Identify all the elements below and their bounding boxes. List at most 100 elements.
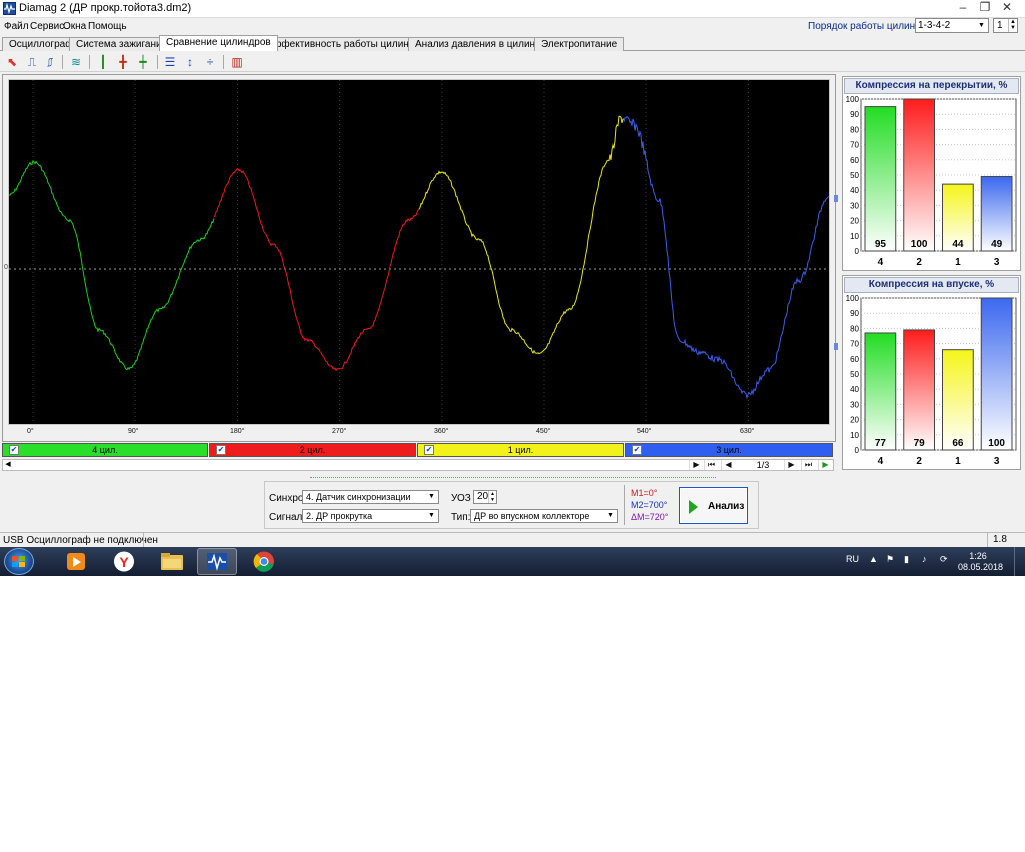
last-page-icon[interactable]: ⏭ bbox=[801, 460, 815, 470]
analyze-button[interactable]: Анализ bbox=[679, 487, 748, 524]
rise-edge-icon[interactable]: ⎍ bbox=[24, 54, 40, 70]
checkbox-icon[interactable]: ✔ bbox=[216, 445, 226, 455]
network-signal-icon[interactable]: ▮ bbox=[904, 554, 909, 565]
overlap-compression-plot: 0 10 20 30 40 50 60 70 80 90 100 95 4 100 2 44 1 49 3 bbox=[846, 95, 1017, 268]
page-indicator: 1/3 bbox=[756, 460, 770, 470]
marker-m2: M2=700° bbox=[631, 500, 668, 510]
yandex-browser-icon[interactable]: Y bbox=[104, 548, 144, 575]
bar bbox=[864, 332, 897, 451]
y-tick-label: 90 bbox=[850, 110, 859, 119]
checkbox-icon[interactable]: ✔ bbox=[424, 445, 434, 455]
next-page-icon[interactable]: ▶ bbox=[784, 460, 798, 470]
cylinder-toggle-2[interactable]: ✔ 2 цил. bbox=[209, 443, 416, 457]
start-button[interactable] bbox=[4, 548, 34, 575]
spin-arrows-icon: ▲ ▼ bbox=[1008, 19, 1017, 32]
checkbox-icon[interactable]: ✔ bbox=[9, 445, 19, 455]
category-label: 2 bbox=[916, 456, 922, 467]
run-icon[interactable]: ▶ bbox=[818, 460, 832, 470]
tab-power-supply[interactable]: Электропитание bbox=[534, 37, 625, 51]
minimize-button[interactable]: – bbox=[952, 0, 974, 16]
chrome-icon[interactable] bbox=[244, 548, 284, 575]
prev-page-icon[interactable]: ◀ bbox=[721, 460, 735, 470]
split-icon[interactable]: ÷ bbox=[202, 54, 218, 70]
panel-splitter[interactable] bbox=[310, 477, 716, 480]
fall-edge-icon[interactable]: ⎎ bbox=[42, 54, 58, 70]
media-player-icon[interactable] bbox=[57, 548, 97, 575]
explorer-folder-icon[interactable] bbox=[152, 548, 192, 575]
chevron-down-icon: ▼ bbox=[978, 22, 985, 29]
firing-order-spin[interactable]: 1 ▲ ▼ bbox=[993, 18, 1018, 33]
language-indicator[interactable]: RU bbox=[846, 554, 859, 564]
controls-divider bbox=[624, 485, 625, 525]
zero-level-label: 0 bbox=[4, 264, 8, 271]
y-tick-label: 80 bbox=[850, 324, 859, 333]
marker-b-icon[interactable]: ╋ bbox=[115, 54, 131, 70]
firing-order-select[interactable]: 1-3-4-2 ▼ bbox=[915, 18, 989, 33]
firing-order-value: 1-3-4-2 bbox=[918, 20, 951, 31]
bar-value-label: 79 bbox=[914, 438, 926, 449]
analyze-button-label: Анализ bbox=[708, 501, 745, 512]
marker-c-icon[interactable]: ┿ bbox=[135, 54, 151, 70]
svg-text:Y: Y bbox=[119, 554, 129, 570]
bar-value-label: 100 bbox=[988, 438, 1005, 449]
restore-button[interactable]: ❐ bbox=[974, 0, 996, 16]
cylinder-toggle-3[interactable]: ✔ 3 цил. bbox=[625, 443, 833, 457]
menu-windows[interactable]: Окна bbox=[63, 21, 86, 32]
marker-a-icon[interactable]: ┃ bbox=[95, 54, 111, 70]
show-desktop-button[interactable] bbox=[1014, 547, 1025, 576]
uoz-label: УОЗ bbox=[451, 493, 471, 504]
play-icon bbox=[689, 500, 698, 514]
category-label: 2 bbox=[916, 257, 922, 268]
category-label: 3 bbox=[994, 257, 1000, 268]
uoz-spinner[interactable]: 20 ▲ ▼ bbox=[473, 490, 497, 504]
scroll-handle-icon[interactable] bbox=[834, 343, 838, 350]
chevron-down-icon: ▼ bbox=[426, 510, 437, 522]
marker-delta: ΔM=720° bbox=[631, 512, 669, 522]
waves-icon[interactable]: ≋ bbox=[68, 54, 84, 70]
scale-icon[interactable]: ↕ bbox=[182, 54, 198, 70]
y-tick-label: 40 bbox=[850, 186, 859, 195]
x-axis-tick-label: 630° bbox=[740, 428, 755, 435]
cylinder-toggle-1[interactable]: ✔ 1 цил. bbox=[417, 443, 624, 457]
tab-cylinder-compare[interactable]: Сравнение цилиндров bbox=[159, 35, 278, 51]
menu-help[interactable]: Помощь bbox=[88, 21, 127, 32]
oscilloscope-screen[interactable] bbox=[8, 79, 830, 425]
checkbox-icon[interactable]: ✔ bbox=[632, 445, 642, 455]
system-clock[interactable]: 1:26 08.05.2018 bbox=[958, 551, 1003, 573]
waveform-cyl3 bbox=[623, 115, 829, 400]
signal-label: Сигнал: bbox=[269, 512, 306, 523]
signal-select[interactable]: 2. ДР прокрутка ▼ bbox=[302, 509, 439, 523]
sync-select[interactable]: 4. Датчик синхронизации ▼ bbox=[302, 490, 439, 504]
bar-chart-icon[interactable]: ▥ bbox=[229, 54, 245, 70]
toolbar-divider bbox=[223, 55, 224, 69]
sync-status-icon[interactable]: ⟳ bbox=[940, 554, 948, 565]
lines-icon[interactable]: ☰ bbox=[162, 54, 178, 70]
diamag-icon[interactable] bbox=[197, 548, 237, 575]
volume-icon[interactable]: ♪ bbox=[922, 554, 927, 564]
flag-icon[interactable]: ⚑ bbox=[886, 554, 894, 565]
y-tick-label: 30 bbox=[850, 201, 859, 210]
type-select[interactable]: ДР во впускном коллекторе ▼ bbox=[470, 509, 618, 523]
menu-service[interactable]: Сервис bbox=[30, 21, 64, 32]
cursor-icon[interactable]: ⬉ bbox=[4, 54, 20, 70]
y-tick-label: 40 bbox=[850, 385, 859, 394]
y-tick-label: 70 bbox=[850, 141, 859, 150]
y-tick-label: 20 bbox=[850, 217, 859, 226]
scroll-handle-icon[interactable] bbox=[834, 195, 838, 202]
y-tick-label: 50 bbox=[850, 370, 859, 379]
first-page-icon[interactable]: ⏮ bbox=[704, 460, 718, 470]
cylinder-toggle-4[interactable]: ✔ 4 цил. bbox=[2, 443, 208, 457]
menu-file[interactable]: Файл bbox=[4, 21, 29, 32]
scroll-left-icon[interactable]: ◀ bbox=[3, 460, 13, 470]
tray-expand-icon[interactable]: ▲ bbox=[869, 554, 878, 564]
status-divider bbox=[143, 533, 144, 547]
windows-logo-icon bbox=[12, 556, 26, 568]
cylinder-label: 1 цил. bbox=[507, 445, 534, 455]
window-title: Diamag 2 (ДР прокр.тойота3.dm2) bbox=[19, 2, 192, 14]
signal-value: 2. ДР прокрутка bbox=[306, 511, 373, 521]
play-icon[interactable]: ▶ bbox=[689, 460, 703, 470]
y-tick-label: 10 bbox=[850, 431, 859, 440]
close-button[interactable]: ✕ bbox=[996, 0, 1018, 16]
x-axis-tick-label: 180° bbox=[230, 428, 245, 435]
y-tick-label: 100 bbox=[846, 95, 860, 104]
